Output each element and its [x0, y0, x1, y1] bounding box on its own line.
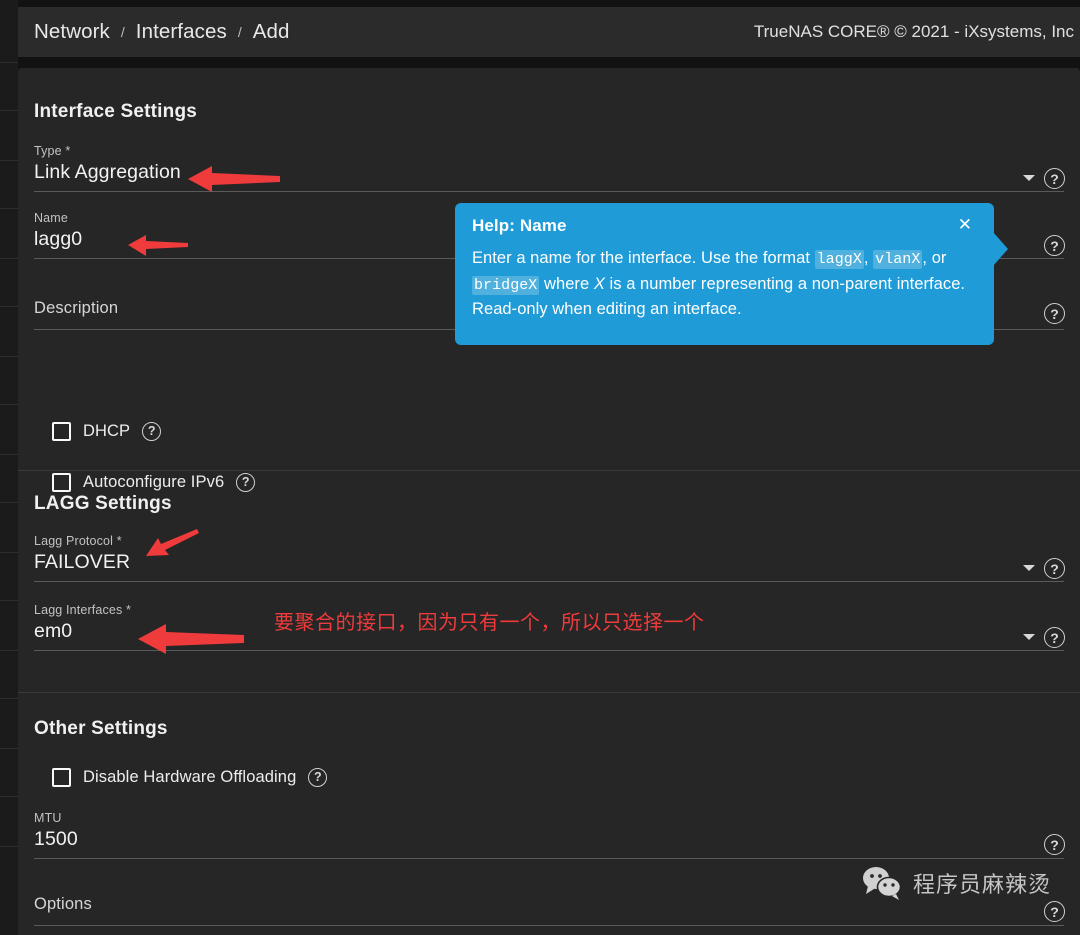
wechat-icon — [863, 867, 902, 900]
help-icon-lagg-interfaces[interactable]: ? — [1044, 627, 1065, 648]
section-divider — [18, 692, 1080, 693]
help-icon-dhcp[interactable]: ? — [142, 422, 162, 441]
annotation-chinese-note: 要聚合的接口，因为只有一个，所以只选择一个 — [274, 612, 705, 634]
checkbox-label-dhcp: DHCP — [83, 422, 131, 440]
breadcrumb-item-interfaces[interactable]: Interfaces — [136, 20, 227, 44]
section-title-interface-settings: Interface Settings — [34, 101, 198, 122]
tooltip-code-vlanx: vlanX — [873, 250, 923, 269]
breadcrumb: Network / Interfaces / Add — [34, 20, 289, 44]
tooltip-text-part1: Enter a name for the interface. Use the … — [472, 249, 815, 267]
tooltip-header: Help: Name ✕ — [472, 216, 974, 236]
annotation-arrow-lagg-protocol — [146, 529, 199, 556]
wechat-watermark-text: 程序员麻辣烫 — [913, 872, 1052, 897]
help-icon-disable-hardware-offloading[interactable]: ? — [308, 768, 328, 787]
breadcrumb-item-add[interactable]: Add — [253, 20, 290, 44]
checkbox-row-disable-hardware-offloading[interactable]: Disable Hardware Offloading ? — [52, 768, 328, 787]
sidebar-divider — [0, 796, 18, 797]
sidebar-divider — [0, 258, 18, 259]
tooltip-code-bridgex: bridgeX — [472, 275, 540, 295]
sidebar-divider — [0, 552, 18, 553]
annotation-arrow-name — [128, 235, 188, 256]
field-underline — [34, 858, 1064, 859]
section-title-other-settings: Other Settings — [34, 718, 168, 739]
sidebar-divider — [0, 160, 18, 161]
copyright-text: TrueNAS CORE® © 2021 - iXsystems, Inc — [753, 22, 1074, 41]
field-label-mtu: MTU — [34, 811, 62, 825]
help-icon-type[interactable]: ? — [1044, 168, 1065, 189]
chevron-down-icon-lagg-interfaces[interactable] — [1023, 634, 1035, 640]
sidebar-sliver[interactable] — [0, 0, 18, 935]
field-underline — [34, 925, 1064, 926]
sidebar-divider — [0, 650, 18, 651]
annotation-arrow-type — [188, 166, 280, 192]
help-icon-name[interactable]: ? — [1044, 235, 1065, 256]
checkbox-row-autoconfigure-ipv6[interactable]: Autoconfigure IPv6 ? — [52, 473, 256, 492]
checkbox-autoconfigure-ipv6[interactable] — [52, 473, 71, 492]
field-mtu[interactable]: MTU 1500 — [34, 811, 1064, 859]
breadcrumb-separator: / — [120, 24, 125, 40]
sidebar-divider — [0, 454, 18, 455]
tooltip-body: Enter a name for the interface. Use the … — [472, 246, 974, 323]
tooltip-text-part3: where — [539, 274, 594, 293]
sidebar-divider — [0, 306, 18, 307]
checkbox-label-autoconfigure-ipv6: Autoconfigure IPv6 — [83, 473, 225, 491]
sidebar-divider — [0, 62, 18, 63]
help-icon-options[interactable]: ? — [1044, 901, 1065, 922]
help-icon-lagg-protocol[interactable]: ? — [1044, 558, 1065, 579]
section-divider — [18, 470, 1080, 471]
checkbox-label-disable-hardware-offloading: Disable Hardware Offloading — [83, 768, 297, 786]
sidebar-divider — [0, 502, 18, 503]
sidebar-divider — [0, 600, 18, 601]
help-tooltip-name: Help: Name ✕ Enter a name for the interf… — [455, 203, 994, 345]
tooltip-text-sep1: , — [863, 249, 874, 267]
sidebar-divider — [0, 698, 18, 699]
help-icon-autoconfigure-ipv6[interactable]: ? — [236, 473, 256, 492]
help-icon-mtu[interactable]: ? — [1044, 834, 1065, 855]
checkbox-disable-hardware-offloading[interactable] — [52, 768, 71, 787]
field-value-mtu: 1500 — [34, 828, 78, 850]
tooltip-italic-x: X — [593, 274, 605, 293]
section-title-lagg-settings: LAGG Settings — [34, 493, 172, 514]
tooltip-text-part2: , or — [922, 249, 947, 267]
close-icon[interactable]: ✕ — [956, 216, 974, 233]
field-underline — [34, 581, 1064, 582]
sidebar-divider — [0, 404, 18, 405]
chevron-down-icon-type[interactable] — [1023, 175, 1035, 181]
tooltip-code-laggx: laggX — [814, 250, 864, 269]
sidebar-divider — [0, 748, 18, 749]
help-icon-description[interactable]: ? — [1044, 303, 1065, 324]
tooltip-title: Help: Name — [472, 216, 567, 235]
sidebar-divider — [0, 846, 18, 847]
checkbox-row-dhcp[interactable]: DHCP ? — [52, 422, 162, 441]
truenas-add-interface-page: Network / Interfaces / Add TrueNAS CORE®… — [0, 0, 1080, 935]
breadcrumb-separator: / — [237, 24, 242, 40]
sidebar-divider — [0, 208, 18, 209]
wechat-watermark: 程序员麻辣烫 — [862, 866, 1051, 900]
sidebar-divider — [0, 356, 18, 357]
form-card: Interface Settings Type * Link Aggregati… — [18, 68, 1080, 935]
annotation-arrow-lagg-interfaces — [138, 624, 244, 654]
checkbox-dhcp[interactable] — [52, 422, 71, 441]
field-label-type: Type * — [34, 144, 71, 158]
chevron-down-icon-lagg-protocol[interactable] — [1023, 565, 1035, 571]
tooltip-pointer-arrow — [993, 232, 1008, 266]
topbar: Network / Interfaces / Add TrueNAS CORE®… — [18, 7, 1080, 57]
sidebar-divider — [0, 110, 18, 111]
breadcrumb-item-network[interactable]: Network — [34, 20, 110, 44]
